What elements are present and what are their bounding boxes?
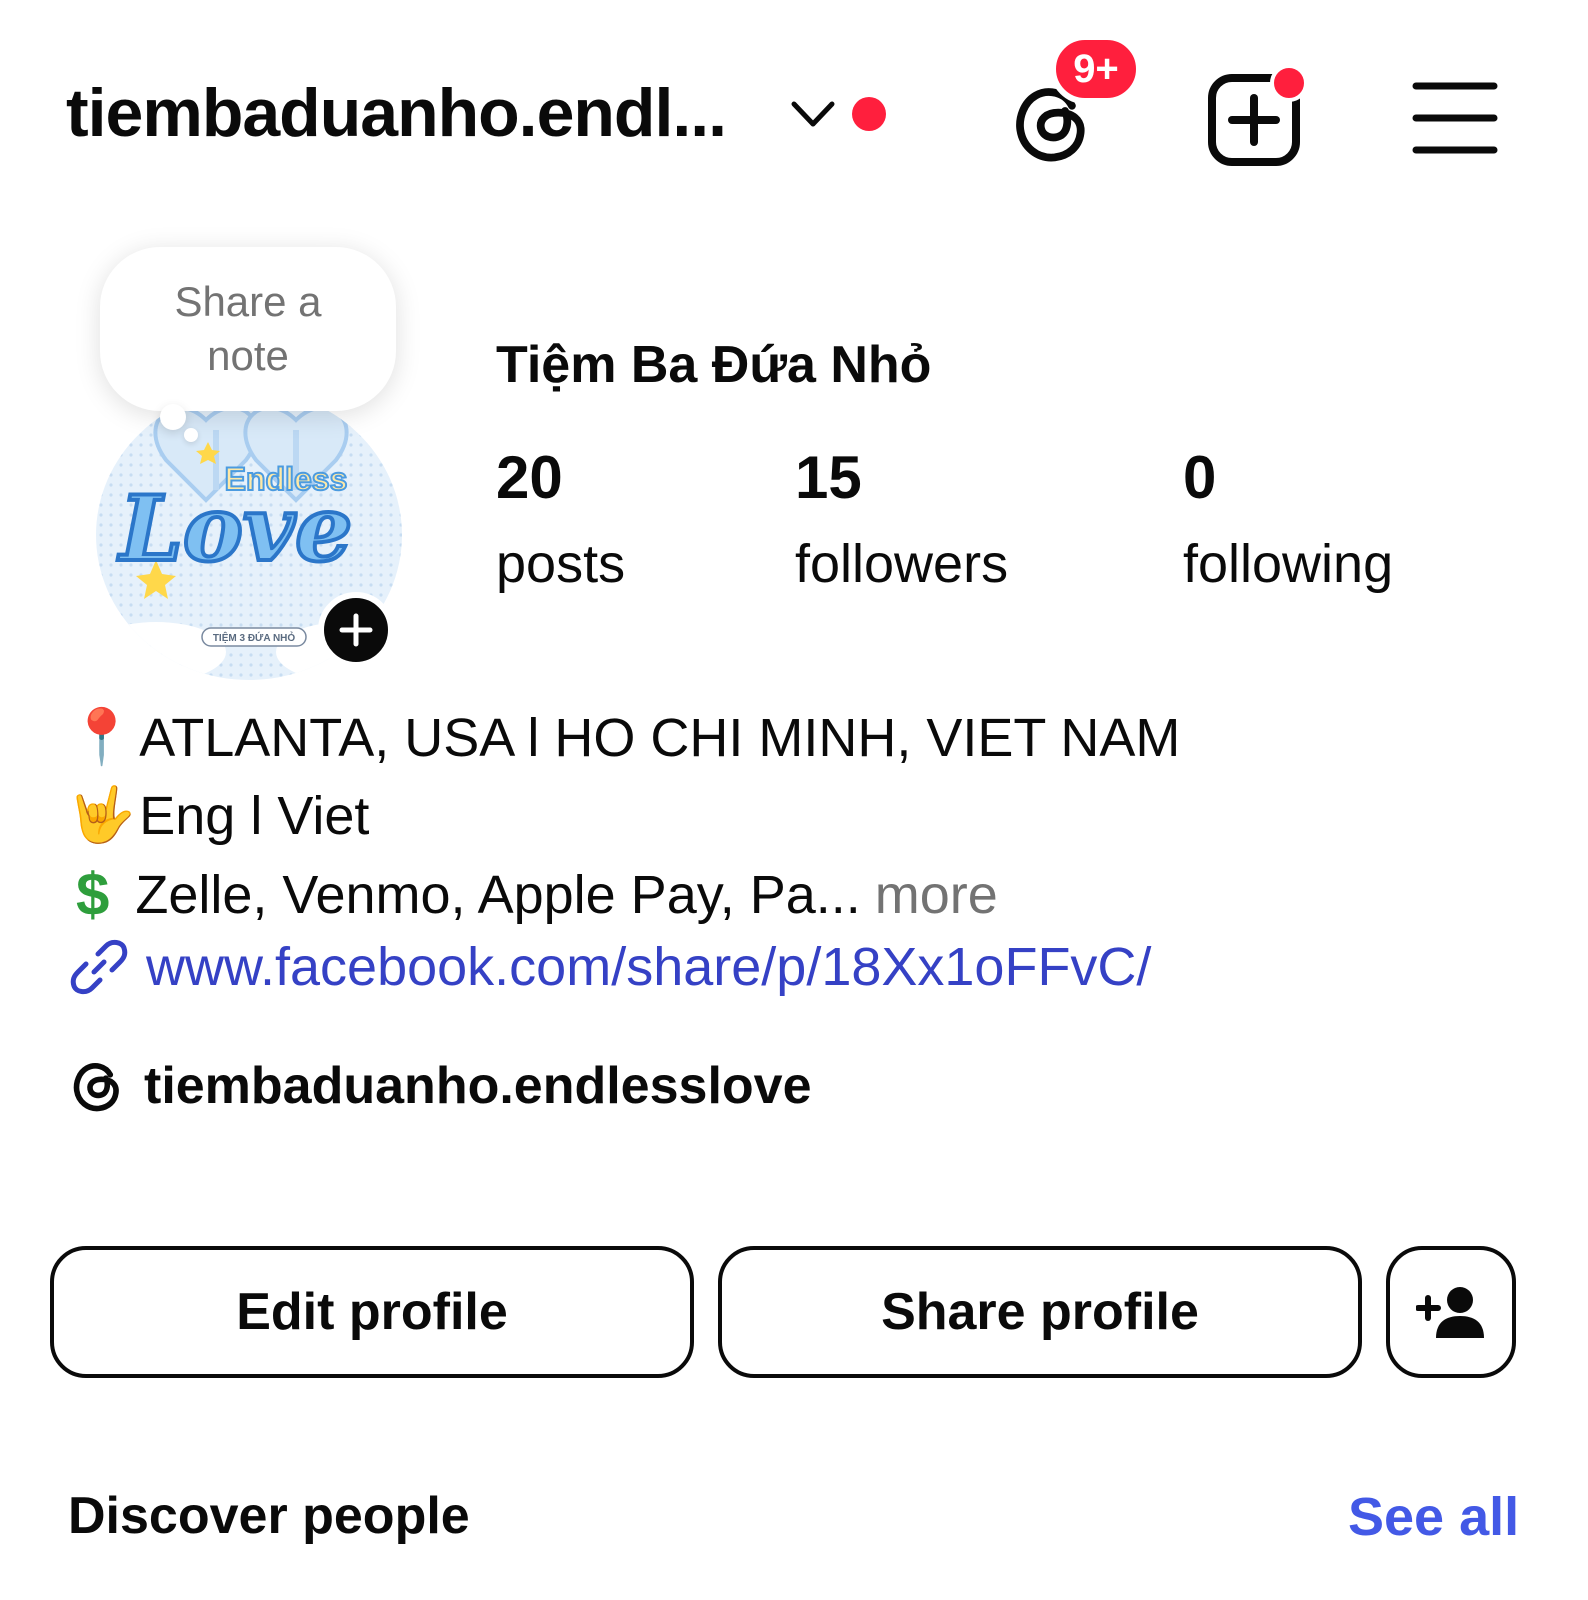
note-bubble-tail [160,404,186,430]
edit-profile-button[interactable]: Edit profile [50,1246,694,1378]
pin-icon: 📍 [68,707,136,767]
threads-notification-badge: 9+ [1050,34,1142,104]
external-link-text[interactable]: www.facebook.com/share/p/18Xx1oFFvC/ [146,936,1151,998]
stat-posts-count: 20 [496,444,563,511]
edit-profile-label: Edit profile [236,1283,508,1341]
avatar-caption: TIỆM 3 ĐỨA NHỎ [213,631,296,644]
see-all-link[interactable]: See all [1348,1486,1519,1548]
share-note-label: Share a note [174,278,322,379]
share-profile-button[interactable]: Share profile [718,1246,1362,1378]
bio-payment-line[interactable]: $ Zelle, Venmo, Apple Pay, Pa... more [68,860,998,929]
stat-posts-label: posts [496,534,626,594]
bio-language-line: 🤟 Eng l Viet [68,784,369,847]
stat-following-count: 0 [1183,444,1217,511]
dollar-icon: $ [76,861,110,928]
bio-location-text: ATLANTA, USA l HO CHI MINH, VIET NAM [139,707,1181,768]
stat-following-label: following [1183,534,1394,594]
bio-location-line: 📍 ATLANTA, USA l HO CHI MINH, VIET NAM [68,706,1180,769]
stat-following[interactable]: 0 following [1183,446,1393,596]
share-profile-label: Share profile [881,1283,1199,1341]
stat-followers-label: followers [795,534,1009,594]
discover-people-toggle-button[interactable] [1386,1246,1516,1378]
add-person-icon [1416,1287,1484,1338]
discover-people-heading: Discover people [68,1487,470,1545]
account-username[interactable]: tiembaduanho.endl... [66,74,727,152]
account-notification-dot [852,97,886,131]
plus-icon [339,613,373,647]
hand-sign-icon: 🤟 [68,785,136,845]
bio-external-link[interactable]: www.facebook.com/share/p/18Xx1oFFvC/ [68,936,1151,998]
chevron-down-icon[interactable] [790,98,836,132]
stat-posts[interactable]: 20 posts [496,446,625,596]
bio-payment-text: Zelle, Venmo, Apple Pay, Pa... [135,864,861,925]
note-bubble-tail-small [184,428,198,442]
avatar-title-main: Love [117,476,353,582]
bio-more-link[interactable]: more [875,864,998,926]
share-note-bubble[interactable]: Share a note [100,247,396,411]
threads-handle[interactable]: tiembaduanho.endlesslove [144,1056,812,1116]
menu-icon[interactable] [1412,78,1498,158]
bio-language-text: Eng l Viet [139,785,370,846]
profile-display-name: Tiệm Ba Đứa Nhỏ [496,336,932,394]
link-icon [70,939,128,995]
create-notification-dot [1270,64,1308,102]
threads-profile-link[interactable]: tiembaduanho.endlesslove [70,1056,812,1116]
stat-followers[interactable]: 15 followers [795,446,1008,596]
threads-icon [73,1063,119,1112]
stat-followers-count: 15 [795,444,862,511]
add-story-button[interactable] [318,592,394,668]
